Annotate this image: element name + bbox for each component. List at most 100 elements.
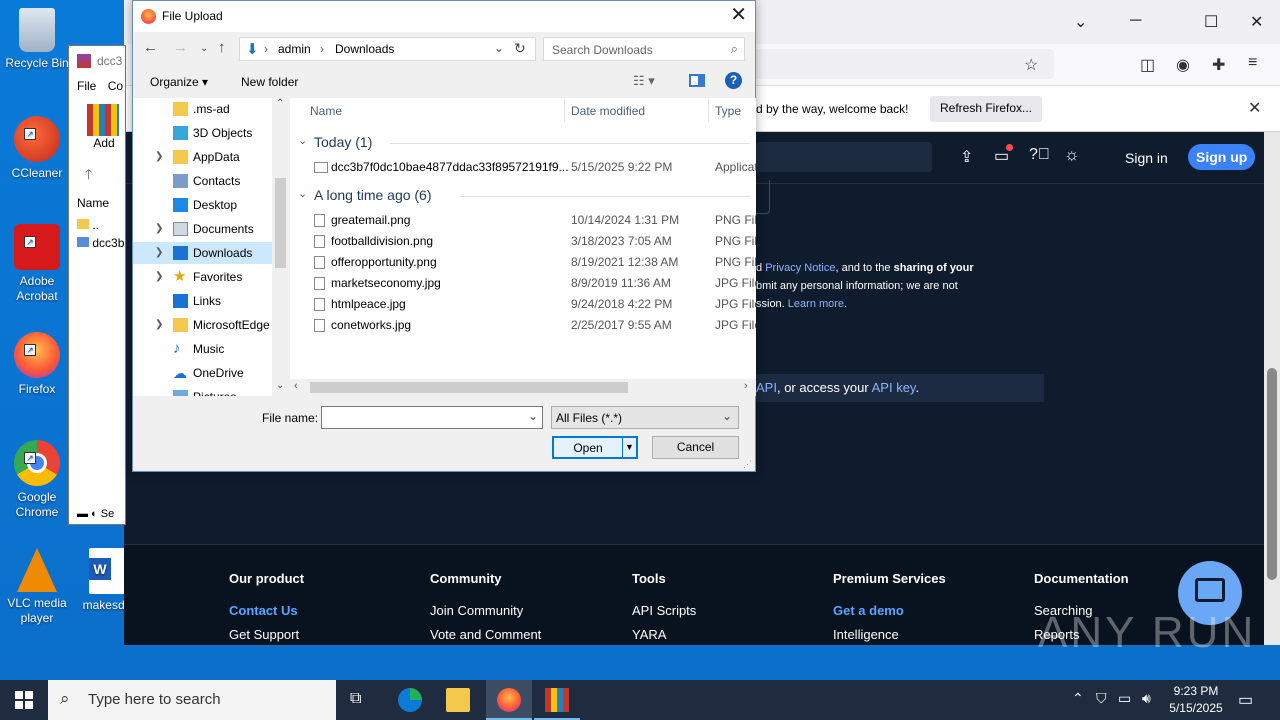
scroll-up-icon[interactable]: ⌃ (276, 98, 284, 109)
tree-scrollbar[interactable]: ⌃ ⌄ (272, 98, 289, 396)
refresh-firefox-button[interactable]: Refresh Firefox... (930, 96, 1042, 122)
tree-item[interactable]: Desktop (133, 194, 274, 216)
footer-link[interactable]: API Scripts (632, 599, 696, 623)
tree-item[interactable]: Pictures (133, 386, 274, 396)
forward-arrow-icon[interactable]: → (173, 39, 188, 56)
expand-chevron-icon[interactable]: ❯ (155, 242, 163, 264)
tree-item[interactable]: ❯ ★ Favorites (133, 266, 274, 288)
tree-item-selected[interactable]: ❯ Downloads (133, 242, 274, 264)
tree-item[interactable]: ❯ MicrosoftEdge (133, 314, 274, 336)
address-dropdown-icon[interactable]: ⌄ (494, 41, 504, 55)
back-arrow-icon[interactable]: ← (143, 39, 158, 56)
desktop-icon-firefox[interactable]: ↗ Firefox (0, 332, 74, 397)
sign-up-button[interactable]: Sign up (1188, 144, 1256, 170)
menu-icon[interactable]: ≡ (1248, 54, 1257, 72)
tree-item[interactable]: .ms-ad (133, 98, 274, 120)
file-row[interactable]: offeropportunity.png 8/19/2021 12:38 AM … (290, 252, 756, 273)
winrar-taskbar-button[interactable] (534, 680, 580, 720)
extensions-icon[interactable]: ✚ (1212, 55, 1225, 75)
tree-item[interactable]: ❯ Documents (133, 218, 274, 240)
tree-item[interactable]: Contacts (133, 170, 274, 192)
group-collapse-icon[interactable]: ⌄ (298, 187, 307, 200)
winrar-add-button[interactable]: Add (87, 104, 121, 150)
file-row[interactable]: footballdivision.png 3/18/2023 7:05 AM P… (290, 231, 756, 252)
filename-input[interactable]: ⌄ (321, 406, 543, 429)
winrar-row-file[interactable]: dcc3b (77, 236, 124, 250)
network-icon[interactable]: ▭ (1118, 690, 1131, 707)
group-collapse-icon[interactable]: ⌄ (298, 134, 307, 147)
network-lock-icon[interactable]: ⛉ (1096, 690, 1107, 707)
filetype-select[interactable]: All Files (*.*) ⌄ (551, 406, 739, 429)
filetype-dropdown-icon[interactable]: ⌄ (722, 409, 732, 423)
pocket-icon[interactable]: ◫ (1140, 55, 1155, 75)
tree-item[interactable]: ♪ Music (133, 338, 274, 360)
bookmark-star-icon[interactable]: ☆ (1024, 55, 1038, 75)
upload-icon[interactable]: ⇪ (960, 147, 973, 167)
minimize-icon[interactable]: ─ (1130, 12, 1141, 30)
scroll-down-icon[interactable]: ⌄ (276, 380, 284, 391)
desktop-icon-ccleaner[interactable]: ↗ CCleaner (0, 116, 74, 181)
scroll-right-icon[interactable]: › (744, 380, 748, 392)
dialog-close-icon[interactable]: ✕ (730, 5, 747, 25)
tree-item[interactable]: ❯ AppData (133, 146, 274, 168)
column-header-type[interactable]: Type (715, 104, 741, 118)
group-header-long-ago[interactable]: A long time ago (6) (314, 187, 432, 203)
footer-link[interactable]: YARA (632, 623, 696, 647)
resize-grip-icon[interactable]: ⋰ (743, 459, 752, 470)
breadcrumb-admin[interactable]: admin (278, 42, 311, 56)
breadcrumb-downloads[interactable]: Downloads (335, 42, 394, 56)
footer-link[interactable]: Vote and Comment (430, 623, 541, 647)
preview-pane-icon[interactable] (689, 74, 705, 87)
recent-dropdown-icon[interactable]: ⌄ (200, 43, 208, 54)
file-row[interactable]: dcc3b7f0dc10bae4877ddac33f89572191f9... … (290, 157, 756, 178)
list-tabs-icon[interactable]: ⌄ (1074, 12, 1087, 32)
up-arrow-icon[interactable]: ↑ (218, 39, 226, 56)
scroll-left-icon[interactable]: ‹ (294, 380, 298, 392)
column-header-date[interactable]: Date modified (571, 104, 645, 118)
search-downloads-input[interactable]: Search Downloads ⌕ (543, 37, 745, 61)
start-windows-icon[interactable] (15, 691, 33, 709)
api-link[interactable]: API (756, 380, 777, 395)
winrar-up-icon[interactable]: 🡑 (85, 164, 92, 188)
api-key-link[interactable]: API key (872, 380, 916, 395)
footer-link[interactable]: Get a demo (833, 599, 946, 623)
task-view-icon[interactable]: ⧉ (350, 690, 361, 708)
group-header-today[interactable]: Today (1) (314, 134, 372, 150)
column-header-name[interactable]: Name (310, 104, 342, 118)
hscrollbar-thumb[interactable] (310, 382, 628, 393)
page-scrollbar[interactable] (1264, 132, 1280, 645)
account-icon[interactable]: ◉ (1176, 55, 1190, 75)
tree-item[interactable]: Links (133, 290, 274, 312)
theme-icon[interactable]: ☼ (1064, 145, 1080, 165)
edge-taskbar-icon[interactable] (398, 688, 422, 712)
clock[interactable]: 9:23 PM 5/15/2025 (1164, 683, 1228, 717)
help-icon[interactable]: ? (725, 72, 742, 89)
winrar-menu-co[interactable]: Co (108, 79, 123, 93)
page-scrollbar-thumb[interactable] (1267, 368, 1277, 580)
footer-link[interactable]: Get Support (229, 623, 304, 647)
cancel-button[interactable]: Cancel (652, 436, 739, 459)
open-split-dropdown-icon[interactable]: ▼ (622, 437, 636, 458)
winrar-col-name[interactable]: Name (77, 196, 109, 210)
taskbar-search-box[interactable]: ⌕ Type here to search (48, 680, 336, 720)
file-row[interactable]: marketseconomy.jpg 8/9/2019 11:36 AM JPG… (290, 273, 756, 294)
notifications-icon[interactable]: ▭ (994, 144, 1013, 166)
open-button[interactable]: Open ▼ (552, 436, 638, 459)
site-search-box[interactable] (756, 142, 932, 172)
help-icon[interactable]: ?⃝ (1029, 146, 1050, 164)
desktop-icon-adobe-acrobat[interactable]: ↗ Adobe Acrobat (0, 224, 74, 304)
privacy-notice-link[interactable]: Privacy Notice (765, 262, 835, 274)
close-notice-icon[interactable]: ✕ (1248, 98, 1261, 118)
volume-icon[interactable]: 🔊︎ (1142, 690, 1151, 707)
expand-chevron-icon[interactable]: ❯ (155, 146, 163, 168)
tree-scrollbar-thumb[interactable] (275, 178, 286, 268)
expand-chevron-icon[interactable]: ❯ (155, 266, 163, 288)
show-hidden-icons-icon[interactable]: ⌃ (1072, 690, 1084, 707)
tree-item[interactable]: 3D Objects (133, 122, 274, 144)
desktop-icon-recycle-bin[interactable]: Recycle Bin (0, 8, 74, 71)
view-options-icon[interactable]: ☷ ▾ (633, 73, 655, 89)
address-bar[interactable]: ⬇ › admin › Downloads ⌄ ↻ (239, 37, 536, 61)
close-window-icon[interactable]: ✕ (1250, 12, 1263, 32)
file-row[interactable]: conetworks.jpg 2/25/2017 9:55 AM JPG Fil… (290, 315, 756, 336)
expand-chevron-icon[interactable]: ❯ (155, 314, 163, 336)
